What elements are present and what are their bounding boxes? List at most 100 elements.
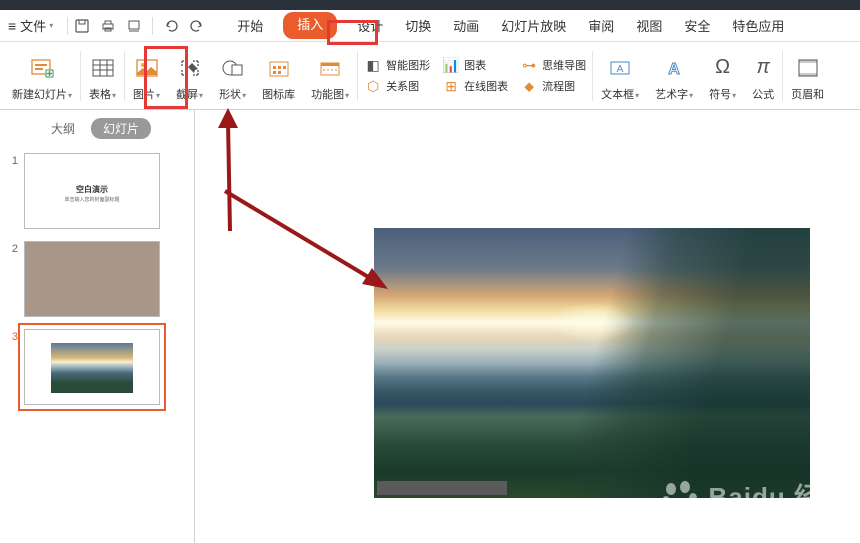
screenshot-label: 截屏 bbox=[176, 89, 198, 101]
file-menu[interactable]: ≡ 文件 ▾ bbox=[8, 16, 53, 35]
online-chart-button[interactable]: ⊞ 在线图表 bbox=[442, 78, 508, 95]
tab-insert[interactable]: 插入 bbox=[283, 12, 337, 39]
textbox-icon: A bbox=[608, 50, 632, 86]
shapes-label: 形状 bbox=[219, 89, 241, 101]
panel-tab-slides[interactable]: 幻灯片 bbox=[91, 118, 151, 139]
tab-review[interactable]: 审阅 bbox=[586, 12, 616, 39]
undo-icon[interactable] bbox=[163, 18, 179, 34]
tab-slideshow[interactable]: 幻灯片放映 bbox=[499, 12, 568, 39]
preview-icon[interactable] bbox=[126, 18, 142, 34]
image-caption-bar bbox=[377, 481, 507, 495]
new-slide-label: 新建幻灯片 bbox=[12, 89, 67, 101]
chart-button[interactable]: 📊 图表 bbox=[442, 57, 508, 74]
smart-graphic-button[interactable]: ◧ 智能图形 bbox=[364, 57, 430, 74]
symbol-label: 符号 bbox=[709, 89, 731, 101]
textbox-label: 文本框 bbox=[601, 89, 634, 101]
icon-library-label: 图标库 bbox=[262, 89, 295, 101]
relation-icon: ⬡ bbox=[364, 78, 382, 95]
table-icon bbox=[91, 50, 115, 86]
relation-button[interactable]: ⬡ 关系图 bbox=[364, 78, 430, 95]
table-label: 表格 bbox=[89, 89, 111, 101]
mindmap-label: 思维导图 bbox=[542, 57, 586, 73]
wordart-label: 艺术字 bbox=[655, 89, 688, 101]
wordart-icon: A bbox=[662, 50, 686, 86]
header-footer-button[interactable]: 页眉和 bbox=[783, 46, 824, 106]
header-footer-icon bbox=[796, 50, 820, 86]
feature-chart-button[interactable]: 功能图▾ bbox=[303, 46, 357, 106]
tab-transition[interactable]: 切换 bbox=[403, 12, 433, 39]
relation-label: 关系图 bbox=[386, 78, 419, 94]
slide-thumb-3[interactable]: 3 bbox=[0, 323, 194, 411]
menu-tabs: 开始 插入 设计 切换 动画 幻灯片放映 审阅 视图 安全 特色应用 bbox=[235, 12, 786, 39]
tab-animation[interactable]: 动画 bbox=[451, 12, 481, 39]
thumb-image bbox=[51, 343, 133, 393]
online-chart-label: 在线图表 bbox=[464, 78, 508, 94]
picture-label: 图片 bbox=[133, 89, 155, 101]
svg-text:A: A bbox=[617, 64, 624, 75]
flowchart-label: 流程图 bbox=[542, 78, 575, 94]
shapes-button[interactable]: 形状▾ bbox=[211, 46, 254, 106]
chevron-down-icon: ▾ bbox=[49, 21, 53, 30]
svg-text:A: A bbox=[668, 61, 680, 78]
new-slide-icon bbox=[29, 50, 55, 86]
new-slide-button[interactable]: 新建幻灯片▾ bbox=[4, 46, 80, 106]
watermark-url: jingyan.baidu.com bbox=[660, 517, 848, 529]
thumb-subtitle: 单击输入您的封面副标题 bbox=[25, 196, 159, 203]
formula-icon: π bbox=[756, 50, 769, 86]
header-footer-label: 页眉和 bbox=[791, 89, 824, 101]
tab-start[interactable]: 开始 bbox=[235, 12, 265, 39]
panel-tabs: 大纲 幻灯片 bbox=[0, 110, 194, 147]
watermark-text: Baidu 经验 bbox=[709, 482, 848, 512]
table-button[interactable]: 表格▾ bbox=[81, 46, 124, 106]
inserted-image[interactable] bbox=[374, 228, 810, 498]
smart-graphic-icon: ◧ bbox=[364, 57, 382, 74]
file-label: 文件 bbox=[20, 16, 46, 35]
formula-button[interactable]: π 公式 bbox=[744, 46, 782, 106]
icon-library-icon bbox=[267, 50, 291, 86]
thumb-number: 1 bbox=[8, 153, 24, 229]
icon-library-button[interactable]: 图标库 bbox=[254, 46, 303, 106]
mindmap-icon: ⊶ bbox=[520, 57, 538, 74]
hamburger-icon: ≡ bbox=[8, 18, 16, 34]
quick-access-toolbar bbox=[74, 17, 205, 35]
tab-design[interactable]: 设计 bbox=[355, 12, 385, 39]
chart-icon: 📊 bbox=[442, 57, 460, 74]
picture-button[interactable]: 图片▾ bbox=[125, 46, 168, 106]
titlebar bbox=[0, 0, 860, 10]
flowchart-icon: ⬥ bbox=[520, 78, 538, 95]
screenshot-button[interactable]: 截屏▾ bbox=[168, 46, 211, 106]
thumb-number: 2 bbox=[8, 241, 24, 317]
redo-icon[interactable] bbox=[189, 18, 205, 34]
save-icon[interactable] bbox=[74, 18, 90, 34]
thumb-number: 3 bbox=[8, 329, 24, 405]
slide-panel: 大纲 幻灯片 1 空白演示 单击输入您的封面副标题 2 3 bbox=[0, 110, 195, 543]
shapes-icon bbox=[221, 50, 245, 86]
wordart-button[interactable]: A 艺术字▾ bbox=[647, 46, 701, 106]
watermark: Baidu 经验 jingyan.baidu.com bbox=[660, 477, 848, 529]
separator bbox=[152, 17, 153, 35]
mindmap-button[interactable]: ⊶ 思维导图 bbox=[520, 57, 586, 74]
formula-label: 公式 bbox=[752, 89, 774, 101]
slide-thumb-1[interactable]: 1 空白演示 单击输入您的封面副标题 bbox=[0, 147, 194, 235]
tab-view[interactable]: 视图 bbox=[634, 12, 664, 39]
ribbon: 新建幻灯片▾ 表格▾ 图片▾ 截屏▾ 形状▾ 图标库 功能图▾ bbox=[0, 42, 860, 110]
screenshot-icon bbox=[178, 50, 202, 86]
tab-special[interactable]: 特色应用 bbox=[730, 12, 786, 39]
thumb-title: 空白演示 bbox=[25, 184, 159, 195]
separator bbox=[67, 17, 68, 35]
picture-icon bbox=[135, 50, 159, 86]
symbol-icon: Ω bbox=[715, 50, 730, 86]
flowchart-button[interactable]: ⬥ 流程图 bbox=[520, 78, 586, 95]
menubar: ≡ 文件 ▾ 开始 插入 设计 切换 动画 幻灯片放映 审阅 视图 安全 特色应… bbox=[0, 10, 860, 42]
panel-tab-outline[interactable]: 大纲 bbox=[43, 118, 83, 139]
tab-security[interactable]: 安全 bbox=[682, 12, 712, 39]
symbol-button[interactable]: Ω 符号▾ bbox=[701, 46, 744, 106]
feature-chart-icon bbox=[318, 50, 342, 86]
smart-graphic-label: 智能图形 bbox=[386, 57, 430, 73]
feature-chart-label: 功能图 bbox=[311, 89, 344, 101]
online-chart-icon: ⊞ bbox=[442, 78, 460, 95]
print-icon[interactable] bbox=[100, 18, 116, 34]
slide-thumb-2[interactable]: 2 bbox=[0, 235, 194, 323]
chart-label: 图表 bbox=[464, 57, 486, 73]
textbox-button[interactable]: A 文本框▾ bbox=[593, 46, 647, 106]
